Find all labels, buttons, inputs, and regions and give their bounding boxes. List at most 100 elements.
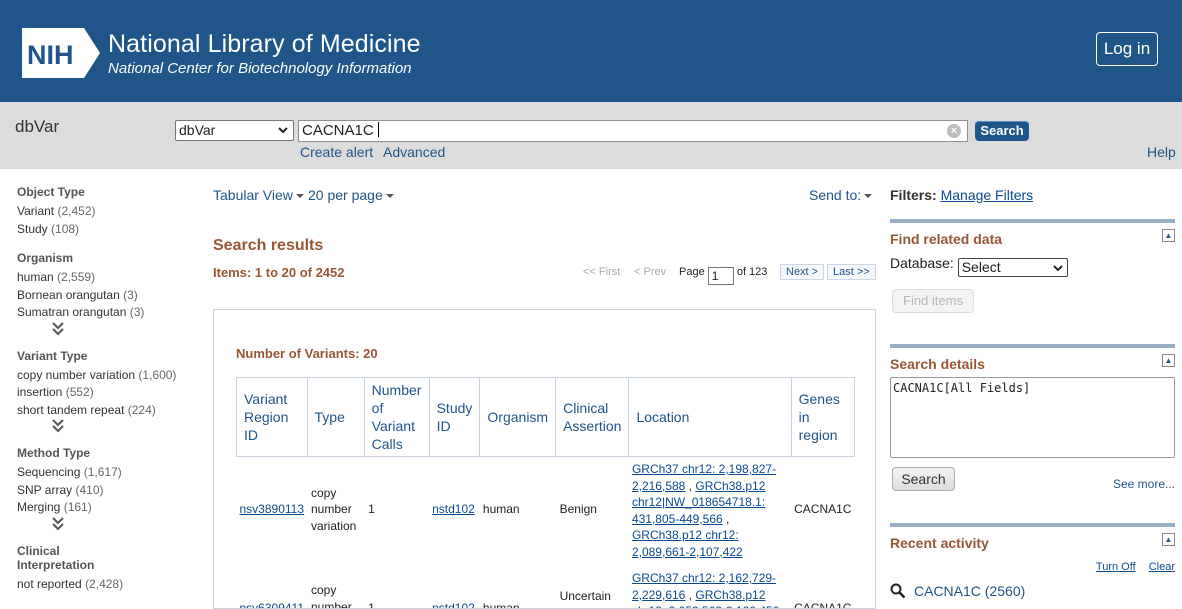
view-format-menu[interactable]: Tabular View [213, 187, 304, 203]
login-button[interactable]: Log in [1096, 32, 1158, 66]
facet-title: Object Type [17, 185, 197, 199]
database-label[interactable]: dbVar [15, 117, 59, 137]
search-details-textarea[interactable]: CACNA1C[All Fields] [890, 377, 1175, 458]
facet-variant-type: Variant Type copy number variation (1,60… [17, 349, 197, 434]
variants-table: Variant Region ID Type Number of Variant… [236, 377, 855, 609]
page-total: of 123 [737, 266, 768, 278]
pager-next[interactable]: Next > [780, 264, 824, 280]
column-header[interactable]: Type [307, 378, 364, 457]
manage-filters-link[interactable]: Manage Filters [941, 187, 1034, 203]
facet-item[interactable]: not reported (2,428) [17, 576, 197, 594]
expand-more-icon[interactable] [52, 322, 64, 336]
pager-page: Page 1 of 123 [679, 266, 767, 285]
find-related-panel: Find related data ▲ Database: Select Fin… [890, 219, 1175, 319]
facet-clinical-interpretation: Clinical Interpretation not reported (2,… [17, 544, 197, 594]
facet-title: Clinical Interpretation [17, 544, 107, 572]
column-header[interactable]: Study ID [429, 378, 480, 457]
facet-item[interactable]: Bornean orangutan (3) [17, 287, 197, 305]
clear-link[interactable]: Clear [1149, 561, 1175, 573]
search-bar: dbVar dbVar CACNA1C × Search Create aler… [0, 102, 1182, 169]
results-table-box: Number of Variants: 20 Variant Region ID… [213, 309, 876, 609]
panel-title: Search details [890, 356, 985, 372]
collapse-icon[interactable]: ▲ [1162, 354, 1175, 367]
column-header[interactable]: Number of Variant Calls [364, 378, 429, 457]
pager-first[interactable]: << First [583, 266, 620, 278]
nih-logo-icon[interactable]: NIH [22, 28, 102, 78]
caret-down-icon [296, 194, 304, 198]
study-id-link[interactable]: nstd102 [432, 502, 475, 516]
facet-item[interactable]: human (2,559) [17, 269, 197, 287]
column-header[interactable]: Organism [480, 378, 556, 457]
table-header-row: Variant Region ID Type Number of Variant… [237, 378, 855, 457]
filters-line: Filters: Manage Filters [890, 187, 1033, 203]
org-subtitle: National Center for Biotechnology Inform… [108, 60, 412, 77]
database-select[interactable]: dbVar [175, 120, 294, 141]
chevron-down-icon [1052, 261, 1064, 275]
table-row: nsv3890113 copy number variation 1 nstd1… [237, 457, 855, 563]
nlm-header: NIH National Library of Medicine Nationa… [0, 0, 1182, 102]
expand-more-icon[interactable] [52, 419, 64, 433]
facet-item[interactable]: Sumatran orangutan (3) [17, 304, 197, 322]
find-items-button[interactable]: Find items [892, 289, 974, 313]
search-query: CACNA1C [302, 122, 374, 139]
org-title[interactable]: National Library of Medicine [108, 30, 421, 59]
variant-id-link[interactable]: nsv3890113 [240, 502, 305, 516]
search-icon [890, 583, 906, 599]
caret-down-icon [386, 194, 394, 198]
send-to-menu[interactable]: Send to: [809, 187, 872, 203]
facet-item[interactable]: Study (108) [17, 221, 197, 239]
per-page-menu[interactable]: 20 per page [308, 187, 394, 203]
page-number-input[interactable]: 1 [708, 267, 734, 285]
column-header[interactable]: Variant Region ID [237, 378, 308, 457]
pager-prev[interactable]: < Prev [634, 266, 666, 278]
related-database-select[interactable]: Select [958, 258, 1068, 277]
genes-in-region: CACNA1C [791, 457, 854, 563]
collapse-icon[interactable]: ▲ [1162, 533, 1175, 546]
clinical-assertion: Benign [556, 457, 629, 563]
recent-activity-panel: Recent activity ▲ Turn Off Clear CACNA1C… [890, 523, 1175, 603]
facet-item[interactable]: insertion (552) [17, 384, 197, 402]
variant-calls: 1 [364, 457, 429, 563]
study-id-link[interactable]: nstd102 [432, 601, 475, 609]
recent-activity-item[interactable]: CACNA1C (2560) [890, 583, 1025, 599]
search-input[interactable]: CACNA1C × [298, 120, 968, 142]
clear-icon[interactable]: × [947, 124, 961, 138]
variant-type: copy number variation [307, 457, 364, 563]
turn-off-link[interactable]: Turn Off [1096, 561, 1136, 573]
organism: human [480, 562, 556, 609]
pager-last[interactable]: Last >> [827, 264, 876, 280]
chevron-down-icon [277, 123, 289, 137]
facet-item[interactable]: Variant (2,452) [17, 203, 197, 221]
facet-item[interactable]: SNP array (410) [17, 482, 197, 500]
location-link[interactable]: GRCh38.p12 chr12: 2,089,661-2,107,422 [632, 528, 743, 559]
facet-organism: Organism human (2,559) Bornean orangutan… [17, 251, 197, 336]
facet-item[interactable]: copy number variation (1,600) [17, 367, 197, 385]
variant-id-link[interactable]: nsv6309411 [240, 601, 305, 609]
details-search-button[interactable]: Search [892, 467, 955, 491]
database-label: Database: [890, 255, 954, 271]
column-header[interactable]: Location [629, 378, 791, 457]
svg-text:NIH: NIH [27, 40, 74, 70]
facet-title: Organism [17, 251, 197, 265]
caret-down-icon [864, 194, 872, 198]
expand-more-icon[interactable] [52, 517, 64, 531]
facet-item[interactable]: Merging (161) [17, 499, 197, 517]
collapse-icon[interactable]: ▲ [1162, 229, 1175, 242]
database-select-value: dbVar [179, 122, 215, 138]
facet-item[interactable]: Sequencing (1,617) [17, 464, 197, 482]
column-header[interactable]: Clinical Assertion [556, 378, 629, 457]
organism: human [480, 457, 556, 563]
text-caret [378, 122, 379, 137]
panel-title: Recent activity [890, 535, 989, 551]
advanced-search-link[interactable]: Advanced [383, 144, 445, 160]
help-link[interactable]: Help [1147, 144, 1176, 160]
variant-type: copy number variation [307, 562, 364, 609]
database-line: Database: Select [890, 255, 1068, 277]
results-title: Search results [213, 237, 323, 255]
search-button[interactable]: Search [975, 121, 1029, 141]
create-alert-link[interactable]: Create alert [300, 144, 373, 160]
facet-item[interactable]: short tandem repeat (224) [17, 402, 197, 420]
see-more-link[interactable]: See more... [1113, 477, 1175, 491]
column-header[interactable]: Genes in region [791, 378, 854, 457]
facet-sidebar: Object Type Variant (2,452) Study (108) … [17, 185, 197, 606]
